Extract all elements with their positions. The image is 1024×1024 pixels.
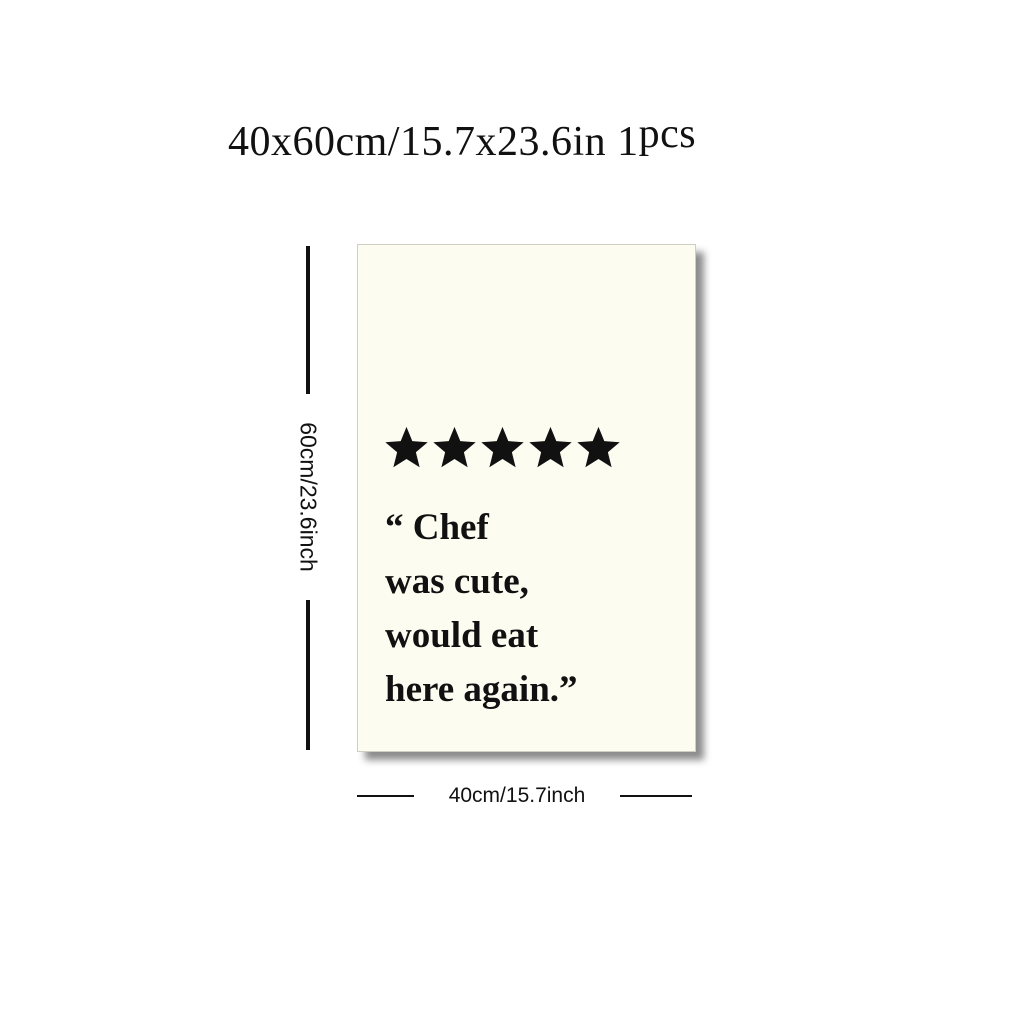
star-icon [529,426,572,468]
height-dimension-line-top [306,246,310,394]
rating-stars [384,425,621,470]
product-image: 40x60cm/15.7x23.6in 1pcs 60cm/23.6inch “… [0,0,1024,1024]
size-title: 40x60cm/15.7x23.6in 1pcs [228,111,696,166]
quote-line: was cute, [385,561,529,602]
quote-line: “ Chef [385,507,489,548]
poster: “ Chef was cute, would eat here again.” [357,244,696,752]
height-dimension-line-bottom [306,600,310,750]
star-icon [385,426,428,468]
width-dimension-label: 40cm/15.7inch [448,784,586,807]
quote-line: would eat [385,615,539,656]
star-icon [433,426,476,468]
size-text: 40x60cm/15.7x23.6in 1 [228,119,639,165]
width-dimension-line-left [357,795,414,797]
height-dimension-label: 60cm/23.6inch [295,422,322,572]
width-dimension-line-right [620,795,692,797]
quote-line: here again.” [385,669,578,710]
quantity-unit: pcs [638,111,697,157]
star-icon [481,426,524,468]
star-icon [577,426,620,468]
review-quote: “ Chef was cute, would eat here again.” [385,501,578,717]
